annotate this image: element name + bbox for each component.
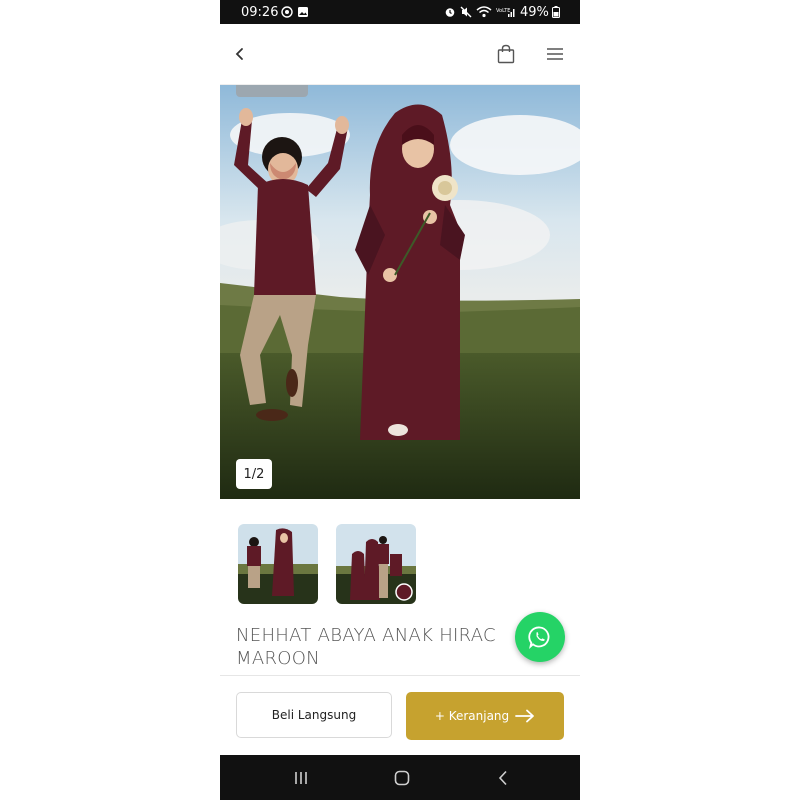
chevron-left-icon xyxy=(235,48,243,60)
image-top-badge xyxy=(236,85,308,97)
battery-icon xyxy=(552,6,560,18)
thumbnail-2-image xyxy=(336,524,416,604)
app-header xyxy=(220,24,580,85)
bottom-action-bar: Beli Langsung + Keranjang xyxy=(220,675,580,756)
status-bar: 09:26 VoLTE 49% xyxy=(220,0,580,24)
svg-text:VoLTE: VoLTE xyxy=(496,8,510,14)
status-time: 09:26 xyxy=(241,5,279,20)
back-arrow-icon xyxy=(498,770,507,786)
thumbnail-2[interactable] xyxy=(336,524,416,604)
system-navigation-bar xyxy=(220,755,580,800)
buy-now-button[interactable]: Beli Langsung xyxy=(236,692,392,738)
product-image[interactable]: 1/2 xyxy=(220,85,580,499)
whatsapp-chat-button[interactable] xyxy=(515,612,565,662)
back-button[interactable] xyxy=(227,41,253,67)
product-title-line-2: MAROON xyxy=(236,648,320,669)
recent-apps-icon xyxy=(295,772,307,784)
mute-icon xyxy=(460,6,472,18)
buy-now-label: Beli Langsung xyxy=(271,708,357,722)
whatsapp-notification-icon xyxy=(281,6,293,18)
phone-screen: 09:26 VoLTE 49% 1/2 NEHHAT ABAYA ANAK HI… xyxy=(220,0,580,800)
shopping-bag-icon xyxy=(497,44,515,64)
battery-percentage: 49% xyxy=(520,5,549,20)
home-icon xyxy=(394,770,410,786)
thumbnail-1-image xyxy=(238,524,318,604)
product-title: NEHHAT ABAYA ANAK HIRAC MAROON xyxy=(236,624,536,670)
add-to-cart-label: + Keranjang xyxy=(434,709,510,723)
add-to-cart-button[interactable]: + Keranjang xyxy=(406,692,564,740)
image-counter: 1/2 xyxy=(236,459,272,489)
gallery-notification-icon xyxy=(298,7,308,17)
signal-icon: VoLTE xyxy=(496,8,515,17)
thumbnail-strip xyxy=(237,524,567,606)
product-photo xyxy=(220,85,580,499)
product-title-line-1: NEHHAT ABAYA ANAK HIRAC xyxy=(236,625,496,646)
thumbnail-1[interactable] xyxy=(238,524,318,604)
wifi-icon xyxy=(476,6,492,18)
system-back-button[interactable] xyxy=(483,765,523,791)
menu-button[interactable] xyxy=(542,41,568,67)
whatsapp-icon xyxy=(528,626,550,649)
cart-button[interactable] xyxy=(493,41,519,67)
recent-apps-button[interactable] xyxy=(281,765,321,791)
arrow-right-icon xyxy=(515,709,535,723)
home-button[interactable] xyxy=(382,765,422,791)
hamburger-menu-icon xyxy=(547,48,563,60)
alarm-icon xyxy=(445,8,455,17)
